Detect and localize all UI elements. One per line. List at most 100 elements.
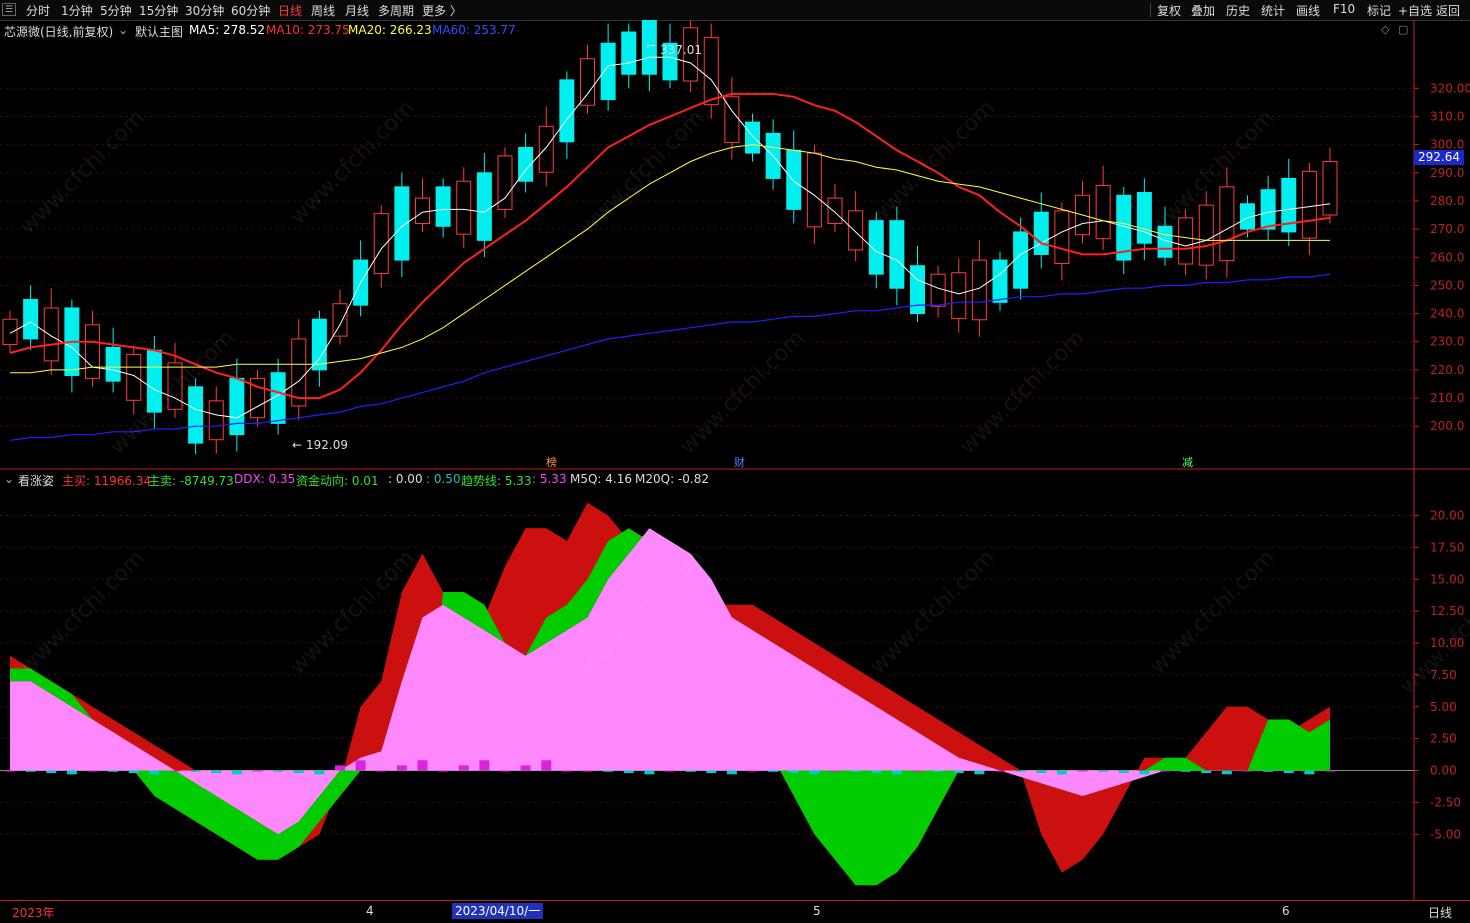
candle-body: [848, 210, 864, 251]
date-axis: 2023年 4 5 6 日线: [0, 900, 1470, 923]
price-tick-label: 210.0: [1430, 391, 1464, 405]
price-tick-label: 230.0: [1430, 335, 1464, 349]
period-60min[interactable]: 60分钟: [231, 2, 270, 19]
price-tick-label: 320.00: [1430, 81, 1470, 95]
ddx-bar: [438, 770, 449, 772]
back-button[interactable]: 返回: [1436, 2, 1460, 19]
ddx-bar: [850, 770, 861, 772]
ddx-bar: [1160, 770, 1170, 772]
sub-tick-label: 2.50: [1430, 732, 1457, 746]
candle-body: [580, 58, 595, 106]
cursor-date: 2023/04/10/一: [452, 903, 544, 919]
candle-body: [105, 346, 121, 382]
ddx-bar: [520, 765, 531, 771]
period-5min[interactable]: 5分钟: [100, 2, 132, 19]
price-tick-label: 280.0: [1430, 194, 1464, 208]
ddx-bar: [871, 770, 882, 774]
candle-body: [621, 31, 637, 75]
sub-tick-label: 17.50: [1430, 540, 1464, 554]
month-label-5: 5: [813, 904, 821, 918]
f10-button[interactable]: F10: [1333, 2, 1355, 16]
ddx-bar: [726, 770, 737, 775]
ddx-bar: [603, 770, 614, 772]
candle-body: [43, 307, 59, 362]
ddx-bar: [149, 770, 160, 775]
ddx-bar: [768, 770, 779, 772]
ddx-bar: [500, 770, 510, 772]
ddx-bar: [170, 770, 180, 772]
price-tick-label: 220.0: [1430, 363, 1464, 377]
ddx-bar: [87, 770, 98, 772]
ddx-bar: [376, 770, 387, 772]
period-multi[interactable]: 多周期: [378, 2, 414, 19]
ma-line-ma60: [9, 273, 1331, 441]
candle-body: [188, 386, 204, 444]
period-label[interactable]: 日线: [1428, 904, 1452, 921]
price-tick-label: 270.0: [1430, 222, 1464, 236]
period-more[interactable]: 更多 〉: [422, 2, 462, 19]
ddx-bar: [561, 770, 572, 772]
period-fenshi[interactable]: 分时: [26, 2, 50, 19]
draw-line-button[interactable]: 画线: [1296, 2, 1320, 19]
ddx-bar: [995, 770, 1005, 772]
ddx-bar: [1036, 770, 1047, 774]
ddx-bar: [417, 760, 428, 771]
sub-tick-label: 20.00: [1430, 509, 1464, 523]
top-toolbar: ☰ 分时 1分钟 5分钟 15分钟 30分钟 60分钟 日线 周线 月线 多周期…: [0, 0, 1470, 21]
ddx-bar: [458, 765, 469, 771]
sub-tick-label: 15.00: [1430, 572, 1464, 586]
candle-body: [1260, 189, 1276, 230]
event-mark-bang[interactable]: 榜: [545, 456, 558, 469]
period-monthly[interactable]: 月线: [345, 2, 369, 19]
sub-indicator-areas: [10, 502, 1330, 886]
candle-body: [992, 259, 1008, 303]
price-tick-label: 310.0: [1430, 109, 1464, 123]
candle-body: [1013, 231, 1029, 289]
candle-body: [703, 37, 719, 106]
period-weekly[interactable]: 周线: [311, 2, 335, 19]
candle-body: [538, 125, 554, 173]
candle-body: [600, 42, 616, 101]
high-label: 337.01: [660, 43, 702, 57]
candle-body: [930, 273, 946, 307]
period-1min[interactable]: 1分钟: [61, 2, 93, 19]
sub-tick-label: 7.50: [1430, 668, 1457, 682]
period-30min[interactable]: 30分钟: [185, 2, 224, 19]
fuquan-button[interactable]: 复权: [1157, 2, 1181, 19]
band-pink: [10, 528, 1330, 835]
sub-tick-label: 5.00: [1430, 700, 1457, 714]
ddx-bar: [891, 770, 902, 775]
add-watchlist-button[interactable]: +自选: [1398, 2, 1432, 19]
event-mark-cai[interactable]: 财: [733, 456, 746, 469]
ddx-bar: [479, 760, 490, 771]
moving-averages: [9, 56, 1331, 441]
ddx-bar: [665, 770, 675, 772]
ma-line-ma10: [9, 92, 1331, 400]
price-tick-label: 240.0: [1430, 307, 1464, 321]
ddx-bar: [252, 770, 263, 772]
candle-body: [910, 265, 925, 315]
candle-body: [456, 180, 472, 235]
ddx-bar: [1201, 770, 1212, 774]
candle-body: [1219, 186, 1235, 262]
ddx-bar: [1015, 770, 1026, 772]
period-15min[interactable]: 15分钟: [139, 2, 178, 19]
overlay-button[interactable]: 叠加: [1191, 2, 1215, 19]
history-button[interactable]: 历史: [1226, 2, 1250, 19]
ddx-bar: [582, 770, 593, 772]
ma-line-ma5: [9, 56, 1331, 419]
ddx-bar: [933, 770, 944, 772]
stats-button[interactable]: 统计: [1261, 2, 1285, 19]
menu-icon[interactable]: ☰: [2, 3, 16, 16]
event-mark-jian[interactable]: 减: [1181, 456, 1194, 469]
ddx-bar: [128, 770, 139, 774]
ddx-bar: [1263, 770, 1274, 772]
ddx-bar: [1098, 770, 1109, 772]
mark-button[interactable]: 标记: [1367, 2, 1391, 19]
ddx-bar: [335, 765, 345, 771]
period-daily[interactable]: 日线: [278, 2, 302, 19]
ddx-bar: [108, 770, 119, 772]
ddx-bar: [25, 770, 36, 772]
ddx-bar: [623, 770, 634, 774]
month-label-4: 4: [366, 904, 374, 918]
